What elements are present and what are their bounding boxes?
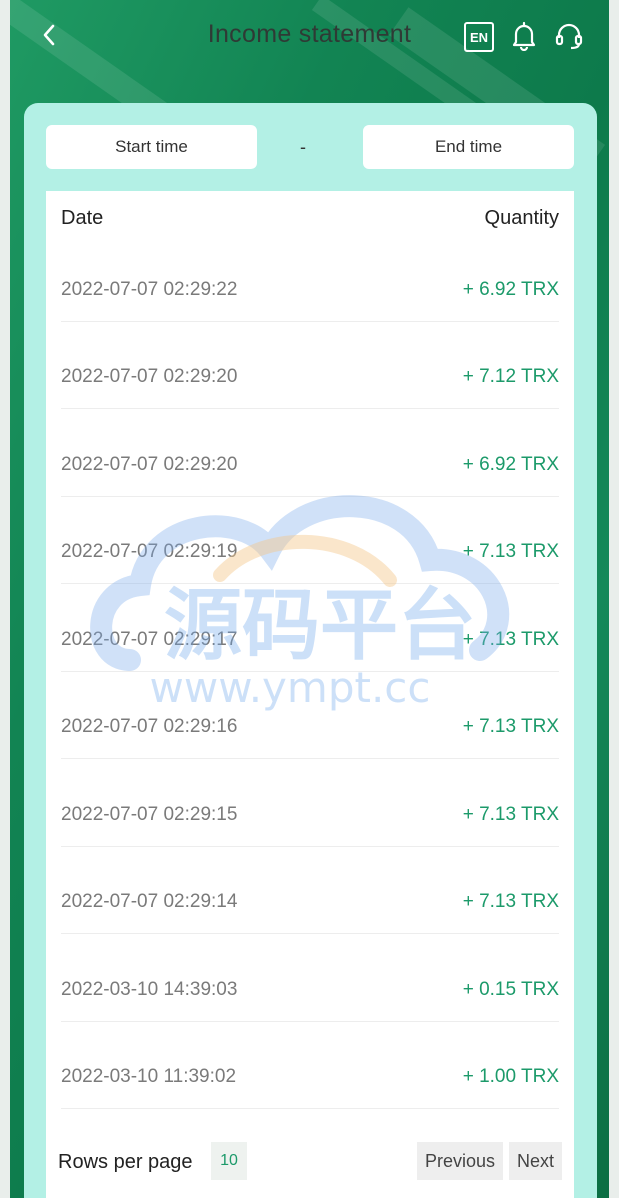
row-date: 2022-07-07 02:29:16 bbox=[61, 716, 238, 737]
table-row: 2022-07-07 02:29:22 + 6.92 TRX bbox=[61, 263, 559, 350]
previous-page-button[interactable]: Previous bbox=[417, 1142, 503, 1180]
row-amount: + 7.13 TRX bbox=[462, 891, 559, 912]
row-amount: + 6.92 TRX bbox=[462, 279, 559, 300]
row-date: 2022-07-07 02:29:17 bbox=[61, 629, 238, 650]
row-divider bbox=[61, 846, 559, 847]
customer-service-button[interactable] bbox=[553, 20, 585, 52]
rows-per-page-label: Rows per page bbox=[58, 1151, 193, 1173]
row-amount: + 0.15 TRX bbox=[462, 979, 559, 1000]
row-amount: + 7.13 TRX bbox=[462, 716, 559, 737]
rows-per-page-select[interactable]: 10 bbox=[211, 1142, 247, 1180]
notifications-button[interactable] bbox=[508, 20, 540, 52]
row-divider bbox=[61, 1021, 559, 1022]
column-header-quantity: Quantity bbox=[484, 207, 559, 229]
row-date: 2022-07-07 02:29:22 bbox=[61, 279, 238, 300]
next-page-button[interactable]: Next bbox=[509, 1142, 562, 1180]
table-row: 2022-07-07 02:29:20 + 6.92 TRX bbox=[61, 438, 559, 525]
table-row: 2022-07-07 02:29:17 + 7.13 TRX bbox=[61, 613, 559, 700]
headset-icon bbox=[555, 23, 583, 50]
end-time-picker[interactable]: End time bbox=[363, 125, 574, 169]
column-header-date: Date bbox=[61, 207, 104, 229]
row-divider bbox=[61, 408, 559, 409]
table-row: 2022-07-07 02:29:20 + 7.12 TRX bbox=[61, 350, 559, 437]
row-amount: + 7.13 TRX bbox=[462, 629, 559, 650]
row-date: 2022-07-07 02:29:20 bbox=[61, 454, 238, 475]
table-row: 2022-07-07 02:29:16 + 7.13 TRX bbox=[61, 700, 559, 787]
row-divider bbox=[61, 496, 559, 497]
table-row: 2022-03-10 14:39:03 + 0.15 TRX bbox=[61, 963, 559, 1050]
row-divider bbox=[61, 933, 559, 934]
row-divider bbox=[61, 321, 559, 322]
table-row: 2022-07-07 02:29:19 + 7.13 TRX bbox=[61, 525, 559, 612]
app-frame: Income statement EN Start time - End tim… bbox=[10, 0, 609, 1198]
row-amount: + 7.12 TRX bbox=[462, 366, 559, 387]
row-amount: + 1.00 TRX bbox=[462, 1066, 559, 1087]
row-divider bbox=[61, 671, 559, 672]
row-date: 2022-07-07 02:29:20 bbox=[61, 366, 238, 387]
income-table: Date Quantity 2022-07-07 02:29:22 + 6.92… bbox=[46, 191, 574, 1198]
row-divider bbox=[61, 1108, 559, 1109]
pagination-bar: Rows per page 10 Previous Next bbox=[58, 1141, 562, 1181]
row-date: 2022-03-10 14:39:03 bbox=[61, 979, 238, 1000]
start-time-picker[interactable]: Start time bbox=[46, 125, 257, 169]
row-amount: + 6.92 TRX bbox=[462, 454, 559, 475]
row-amount: + 7.13 TRX bbox=[462, 804, 559, 825]
table-row: 2022-03-10 11:39:02 + 1.00 TRX bbox=[61, 1050, 559, 1137]
row-date: 2022-07-07 02:29:15 bbox=[61, 804, 238, 825]
row-date: 2022-03-10 11:39:02 bbox=[61, 1066, 237, 1087]
table-row: 2022-07-07 02:29:14 + 7.13 TRX bbox=[61, 875, 559, 962]
bell-icon bbox=[512, 21, 536, 51]
table-row: 2022-07-07 02:29:15 + 7.13 TRX bbox=[61, 788, 559, 875]
top-bar: Income statement EN bbox=[10, 0, 609, 72]
language-switch-button[interactable]: EN bbox=[464, 22, 494, 52]
row-date: 2022-07-07 02:29:19 bbox=[61, 541, 238, 562]
table-header: Date Quantity bbox=[61, 207, 559, 233]
row-amount: + 7.13 TRX bbox=[462, 541, 559, 562]
date-range-separator: - bbox=[300, 137, 306, 157]
statement-card: Start time - End time Date Quantity 2022… bbox=[24, 103, 597, 1198]
row-divider bbox=[61, 583, 559, 584]
row-date: 2022-07-07 02:29:14 bbox=[61, 891, 238, 912]
row-divider bbox=[61, 758, 559, 759]
